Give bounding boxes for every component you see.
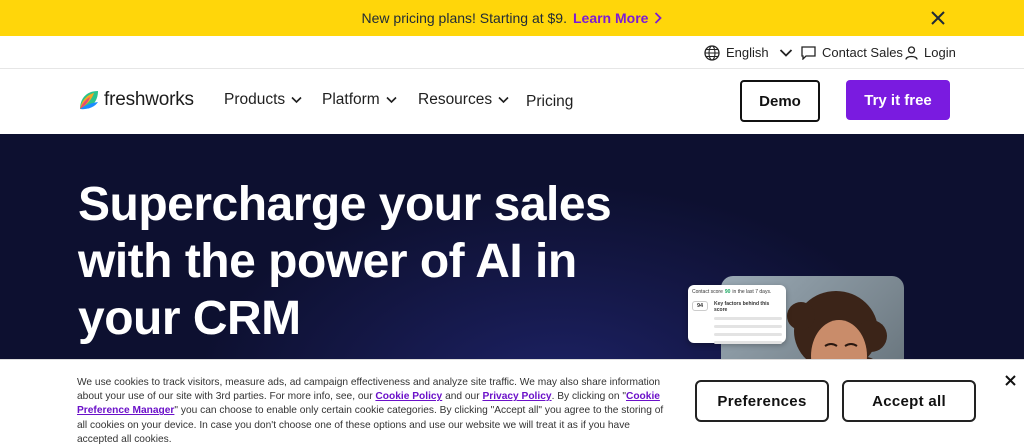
- close-cookie-banner-button[interactable]: [1000, 370, 1020, 390]
- privacy-policy-link[interactable]: Privacy Policy: [482, 391, 551, 402]
- globe-icon: [704, 44, 720, 61]
- language-selector[interactable]: English: [704, 36, 793, 69]
- chevron-down-icon: [291, 96, 302, 104]
- cookie-policy-link[interactable]: Cookie Policy: [375, 391, 442, 402]
- score-line-label: Contact score: [692, 289, 723, 295]
- accept-all-button[interactable]: Accept all: [842, 380, 976, 422]
- hero-headline: Supercharge your sales with the power of…: [78, 178, 612, 345]
- nav-pricing[interactable]: Pricing: [526, 93, 573, 111]
- logo-wordmark: freshworks: [104, 89, 194, 110]
- cookie-text: We use cookies to track visitors, measur…: [77, 376, 667, 447]
- freshworks-logo[interactable]: freshworks: [78, 89, 194, 111]
- nav-products[interactable]: Products: [224, 91, 302, 109]
- chevron-down-icon: [386, 96, 397, 104]
- demo-button[interactable]: Demo: [740, 80, 820, 122]
- close-icon: [931, 11, 945, 25]
- close-icon: [1004, 374, 1016, 386]
- promo-banner: New pricing plans! Starting at $9. Learn…: [0, 0, 1024, 36]
- user-icon: [905, 45, 918, 60]
- chevron-down-icon: [498, 96, 509, 104]
- login-link[interactable]: Login: [905, 36, 956, 69]
- nav-platform[interactable]: Platform: [322, 91, 397, 109]
- cookie-text-part: . By clicking on ": [551, 391, 626, 403]
- nav-products-label: Products: [224, 91, 286, 108]
- factor-bar: [714, 333, 782, 336]
- cookie-text-part: and our: [442, 391, 483, 403]
- learn-more-link[interactable]: Learn More: [572, 10, 663, 26]
- utility-bar: English Contact Sales Login: [0, 36, 1024, 69]
- language-label: English: [726, 45, 769, 60]
- nav-platform-label: Platform: [322, 91, 380, 108]
- try-it-free-button[interactable]: Try it free: [846, 80, 950, 120]
- main-navigation: freshworks Products Platform Resources P…: [0, 69, 1024, 134]
- factor-bar: [714, 317, 782, 320]
- promo-text: New pricing plans! Starting at $9.: [361, 10, 567, 26]
- factors-list: Key factors behind this score: [714, 301, 782, 344]
- cookie-consent-banner: We use cookies to track visitors, measur…: [0, 359, 1024, 445]
- score-value: 94: [692, 301, 708, 311]
- contact-score-card: Contact score 90 in the last 7 days. 94 …: [688, 285, 786, 344]
- factor-bar: [714, 325, 782, 328]
- preferences-button[interactable]: Preferences: [695, 380, 829, 422]
- contact-sales-link[interactable]: Contact Sales: [801, 36, 903, 69]
- close-banner-button[interactable]: [926, 6, 950, 30]
- factors-label: Key factors behind this score: [714, 301, 770, 313]
- chevron-right-icon: [655, 12, 663, 24]
- chevron-down-icon: [779, 48, 792, 57]
- contact-sales-label: Contact Sales: [822, 45, 903, 60]
- nav-pricing-label: Pricing: [526, 93, 574, 110]
- freshworks-logo-icon: [80, 91, 98, 110]
- score-period: in the last 7 days.: [732, 289, 772, 295]
- score-delta: 90: [724, 289, 731, 295]
- score-header: Contact score 90 in the last 7 days.: [692, 289, 782, 295]
- login-label: Login: [924, 45, 956, 60]
- chat-icon: [801, 45, 816, 60]
- score-body: 94 Key factors behind this score: [692, 301, 782, 344]
- factor-bar: [714, 341, 782, 344]
- learn-more-label: Learn More: [572, 10, 649, 26]
- nav-resources[interactable]: Resources: [418, 91, 509, 109]
- nav-resources-label: Resources: [418, 91, 493, 108]
